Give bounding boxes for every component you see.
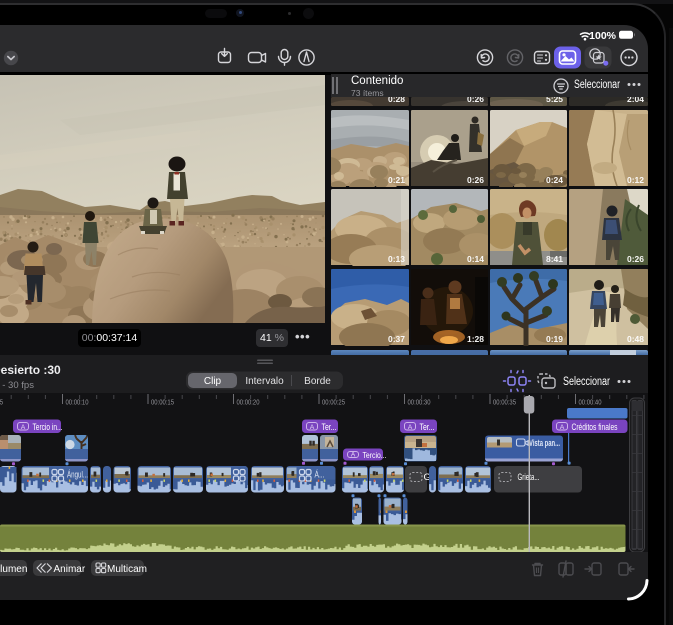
svg-text:0:24: 0:24 xyxy=(546,175,563,185)
svg-text:00:00:40: 00:00:40 xyxy=(579,400,602,407)
svg-text:Vista pan...: Vista pan... xyxy=(529,438,560,448)
svg-text:Á...: Á... xyxy=(315,470,325,481)
svg-text:A: A xyxy=(351,452,356,459)
svg-text:Seleccionar: Seleccionar xyxy=(563,376,610,388)
svg-text:A: A xyxy=(560,424,565,431)
svg-text:00:00:25: 00:00:25 xyxy=(322,400,345,407)
svg-text:Borde: Borde xyxy=(304,376,331,387)
svg-text:8:41: 8:41 xyxy=(546,254,563,264)
svg-text:0:26: 0:26 xyxy=(467,97,484,104)
svg-text:0:12: 0:12 xyxy=(627,175,644,185)
svg-text:4K - 30 fps: 4K - 30 fps xyxy=(0,380,34,391)
svg-text:Ter...: Ter... xyxy=(420,422,435,433)
svg-text:0:26: 0:26 xyxy=(627,254,644,264)
svg-text:00:00:10: 00:00:10 xyxy=(66,400,89,407)
svg-text:Desierto :30: Desierto :30 xyxy=(0,363,61,377)
svg-text:Créditos finales: Créditos finales xyxy=(572,422,618,433)
svg-text:A: A xyxy=(408,424,413,431)
svg-text:Multicam: Multicam xyxy=(107,564,147,575)
svg-text:2:04: 2:04 xyxy=(627,97,644,104)
svg-text:Seleccionar: Seleccionar xyxy=(574,79,620,91)
svg-text:0:19: 0:19 xyxy=(546,334,563,344)
svg-text:0:21: 0:21 xyxy=(388,175,405,185)
svg-text:0:13: 0:13 xyxy=(388,254,405,264)
svg-text:1:28: 1:28 xyxy=(467,334,484,344)
svg-text:Volumen: Volumen xyxy=(0,564,27,575)
svg-text:0:26: 0:26 xyxy=(467,175,484,185)
svg-text:00:00:05: 00:00:05 xyxy=(0,400,3,407)
svg-text:Ángul...: Ángul... xyxy=(67,470,88,481)
svg-text:0:14: 0:14 xyxy=(467,254,484,264)
svg-text:A: A xyxy=(21,424,26,431)
svg-text:0:48: 0:48 xyxy=(627,334,644,344)
svg-text:Animar: Animar xyxy=(54,564,86,575)
svg-text:00:00:30: 00:00:30 xyxy=(408,400,431,407)
svg-text:00:00:15: 00:00:15 xyxy=(151,400,174,407)
svg-text:Grieta...: Grieta... xyxy=(518,472,540,483)
svg-text:5:25: 5:25 xyxy=(546,97,563,104)
svg-text:0:37: 0:37 xyxy=(388,334,405,344)
svg-text:Ter...: Ter... xyxy=(322,422,337,433)
svg-text:Tercio in...: Tercio in... xyxy=(33,422,63,433)
svg-text:Tercio...: Tercio... xyxy=(363,450,387,460)
svg-text:A: A xyxy=(310,424,315,431)
svg-text:00:00:35: 00:00:35 xyxy=(493,400,516,407)
svg-text:Clip: Clip xyxy=(204,376,222,387)
svg-text:0:28: 0:28 xyxy=(388,97,405,104)
svg-text:Intervalo: Intervalo xyxy=(245,376,284,387)
svg-text:00:00:20: 00:00:20 xyxy=(237,400,260,407)
